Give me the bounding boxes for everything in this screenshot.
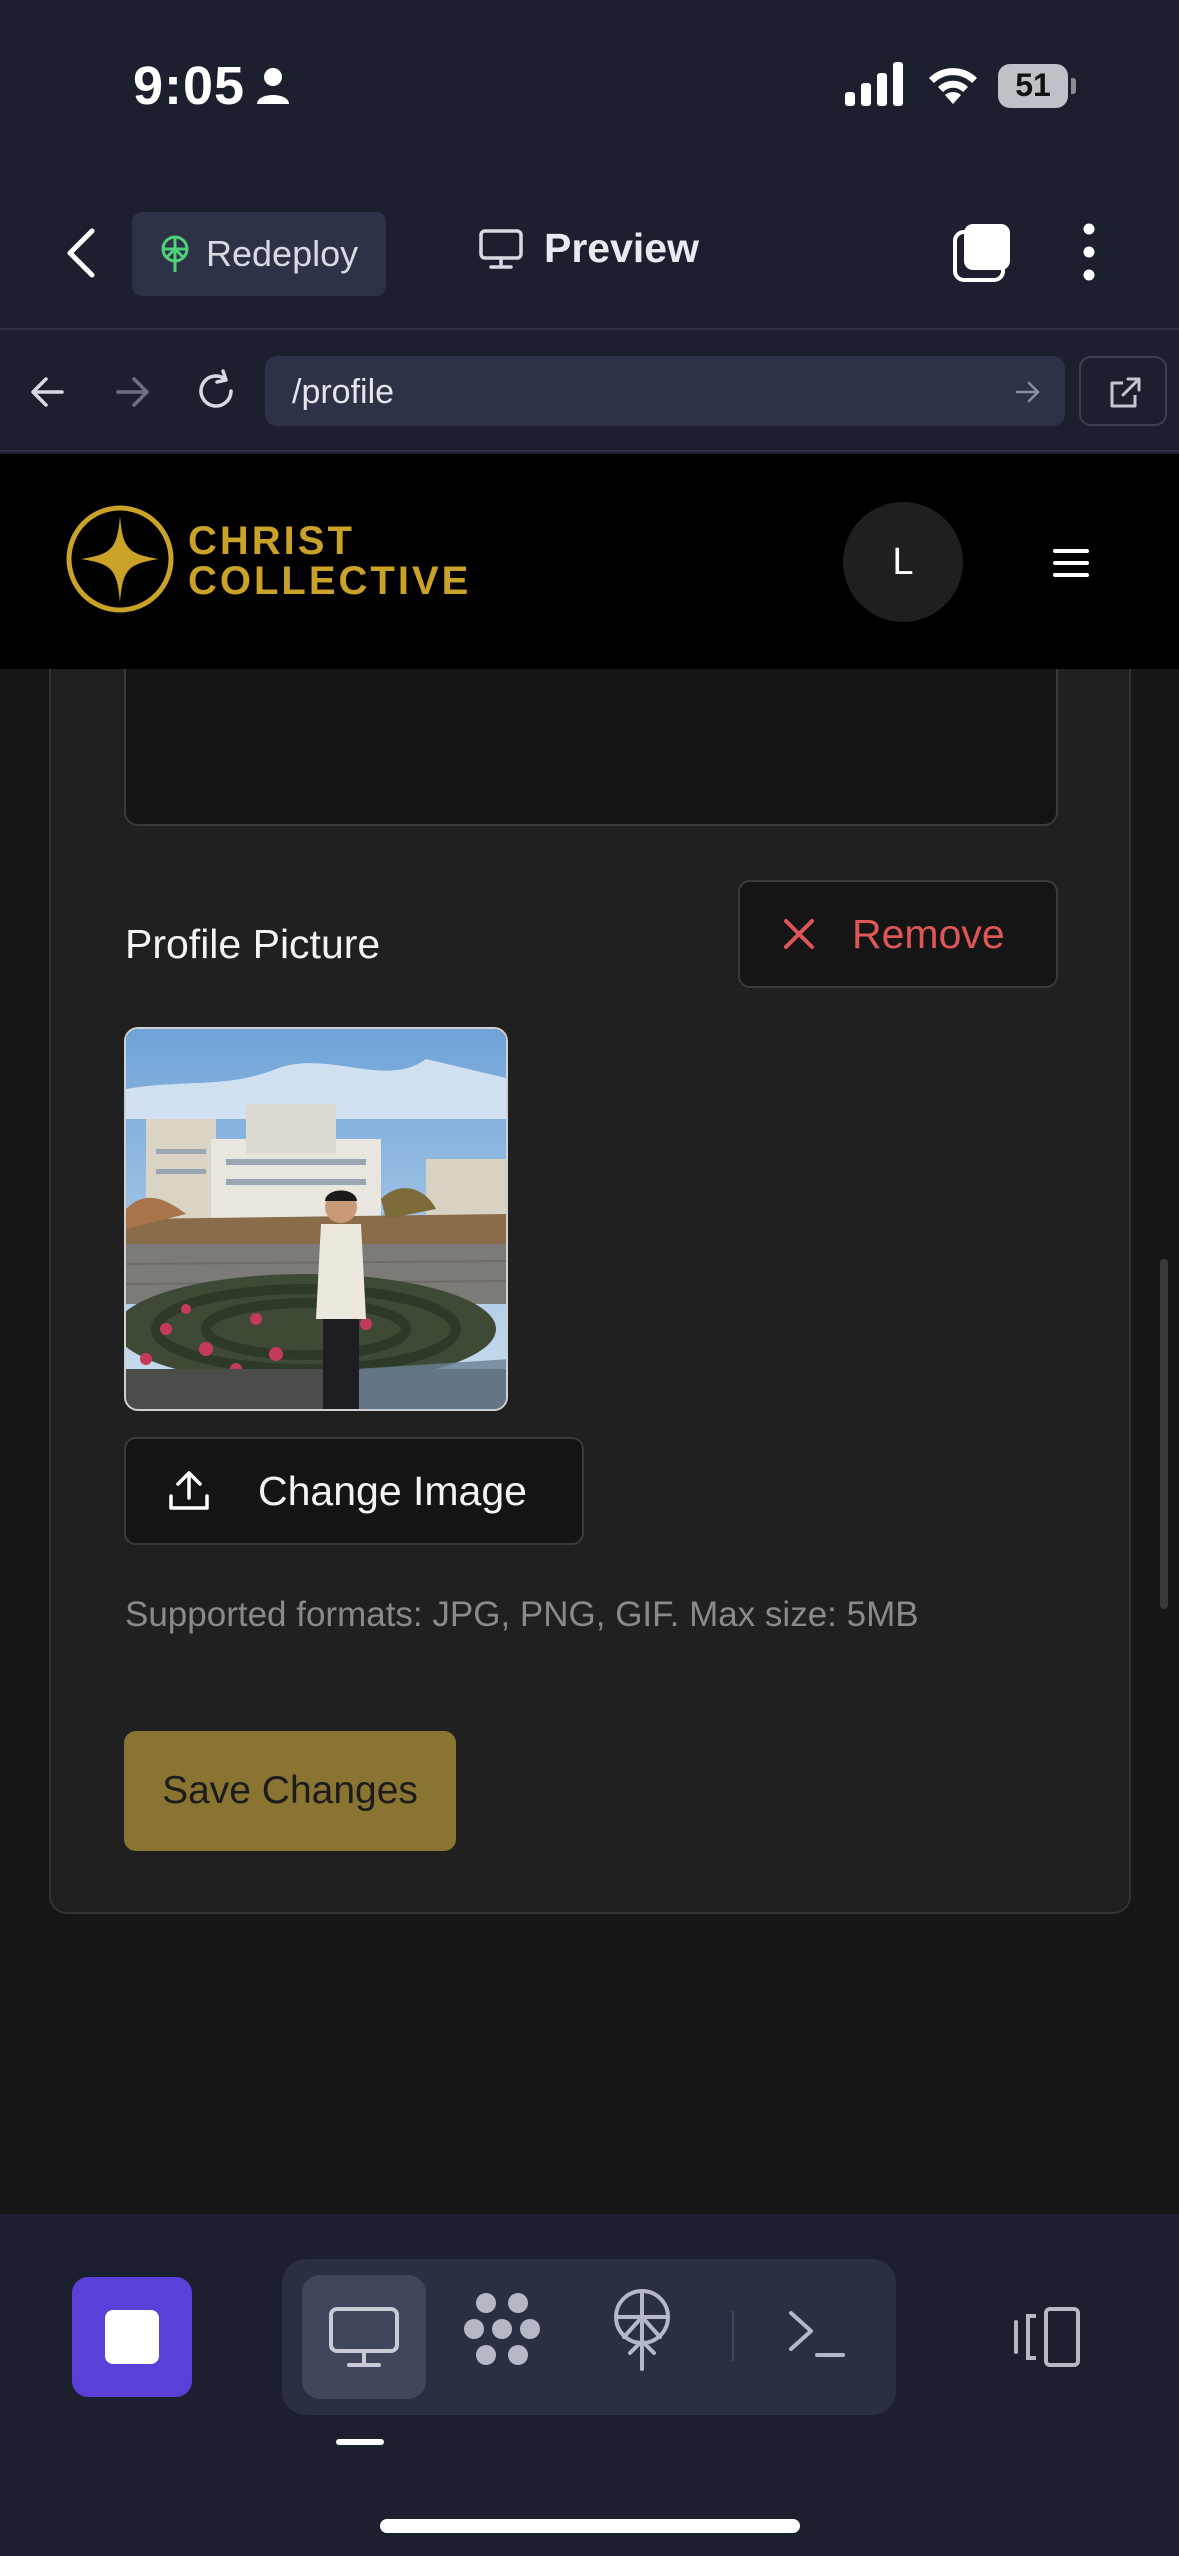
app-toolbar: Redeploy Preview	[0, 175, 1179, 330]
external-link-icon	[1110, 377, 1141, 408]
back-chevron-icon[interactable]	[62, 225, 102, 281]
go-arrow-icon[interactable]	[1015, 380, 1041, 404]
monitor-icon	[479, 228, 523, 269]
hamburger-menu-icon[interactable]	[1053, 548, 1089, 578]
preview-tab[interactable]: Preview	[478, 225, 699, 272]
person-icon	[255, 66, 291, 106]
active-tool-indicator	[336, 2439, 384, 2445]
brand-line-2: COLLECTIVE	[188, 559, 472, 603]
deploy-icon	[614, 2289, 670, 2371]
cellular-signal-icon	[845, 62, 905, 106]
remove-button[interactable]: Remove	[738, 880, 1058, 988]
brand-line-1: CHRIST	[188, 519, 355, 563]
open-external-button[interactable]	[1079, 356, 1167, 426]
tabs-icon[interactable]	[952, 221, 1014, 283]
remove-label: Remove	[852, 910, 1005, 957]
status-bar: 9:05 51	[0, 0, 1179, 175]
supported-formats-hint: Supported formats: JPG, PNG, GIF. Max si…	[125, 1595, 919, 1634]
reload-icon[interactable]	[193, 368, 239, 414]
tool-divider	[732, 2311, 734, 2361]
page-content: Profile Picture Remove Change Image Supp…	[0, 669, 1179, 2214]
profile-picture-preview	[124, 1027, 508, 1411]
site-header: CHRIST COLLECTIVE L	[0, 454, 1179, 669]
redeploy-button[interactable]: Redeploy	[132, 212, 386, 296]
avatar[interactable]: L	[843, 502, 963, 622]
browser-bar: /profile	[0, 332, 1179, 452]
packages-tool-button[interactable]	[462, 2289, 542, 2369]
save-changes-button[interactable]: Save Changes	[124, 1731, 456, 1851]
shell-tool-button[interactable]	[787, 2307, 845, 2361]
stop-button[interactable]	[72, 2277, 192, 2397]
shell-icon	[789, 2311, 845, 2357]
layout-toggle-icon[interactable]	[1010, 2306, 1082, 2368]
close-icon	[784, 919, 814, 949]
christ-collective-logo-icon[interactable]	[65, 504, 175, 614]
page-scrollbar[interactable]	[1160, 1259, 1168, 1609]
packages-icon	[464, 2293, 540, 2365]
url-text: /profile	[292, 373, 395, 411]
url-field[interactable]: /profile	[265, 356, 1065, 426]
battery-icon: 51	[998, 64, 1076, 108]
more-options-icon[interactable]	[1078, 221, 1100, 283]
preview-label: Preview	[544, 225, 699, 271]
status-time: 9:05	[133, 56, 246, 116]
brand-name[interactable]: CHRIST COLLECTIVE	[188, 521, 471, 601]
deploy-tool-button[interactable]	[612, 2287, 672, 2373]
change-image-button[interactable]: Change Image	[124, 1437, 584, 1545]
wifi-icon	[925, 62, 981, 106]
upload-icon	[169, 1471, 209, 1510]
desktop-tool-button[interactable]	[302, 2275, 426, 2399]
profile-form-card: Profile Picture Remove Change Image Supp…	[49, 669, 1131, 1914]
home-indicator[interactable]	[380, 2519, 800, 2533]
battery-level: 51	[1015, 67, 1051, 103]
stop-icon	[105, 2310, 159, 2364]
bottom-toolbar	[0, 2214, 1179, 2556]
arrow-left-icon[interactable]	[28, 372, 68, 412]
arrow-right-icon[interactable]	[112, 372, 152, 412]
profile-picture-label: Profile Picture	[125, 921, 381, 967]
bio-textarea[interactable]	[124, 669, 1058, 826]
tool-switcher	[282, 2259, 896, 2415]
redeploy-icon	[161, 235, 189, 272]
redeploy-label: Redeploy	[206, 233, 359, 274]
change-image-label: Change Image	[258, 1467, 527, 1514]
desktop-icon	[329, 2307, 399, 2367]
